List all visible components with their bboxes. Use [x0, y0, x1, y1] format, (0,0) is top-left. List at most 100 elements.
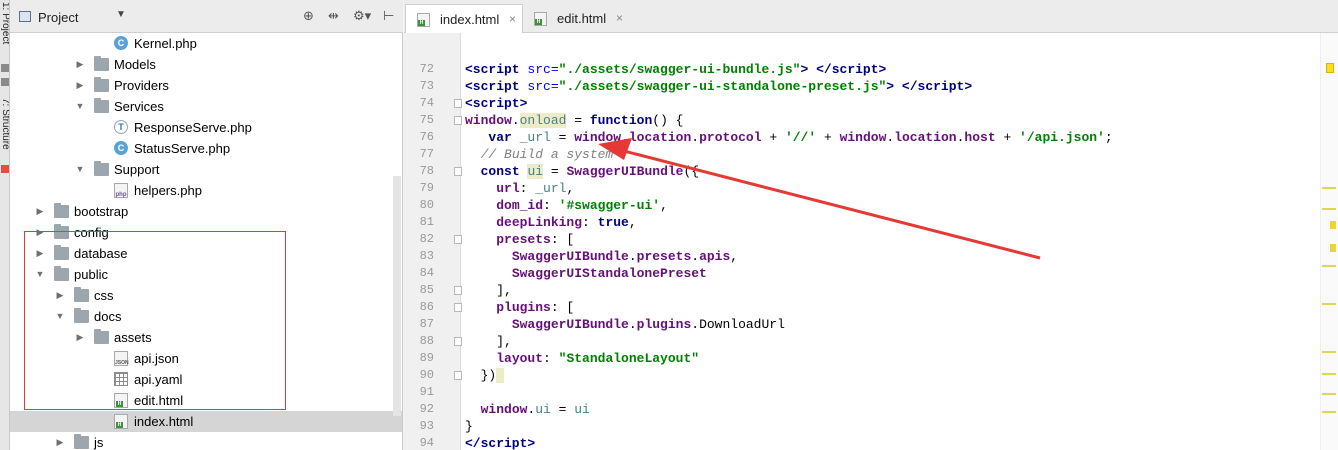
collapse-arrow-icon[interactable]: ▶: [34, 243, 46, 264]
code-line[interactable]: <script src="./assets/swagger-ui-bundle.…: [465, 61, 886, 78]
close-icon[interactable]: ×: [616, 4, 623, 33]
tree-folder[interactable]: ▶ Providers: [10, 75, 402, 96]
code-token: location: [628, 130, 692, 145]
code-editor[interactable]: 72 73 74 75 76 77 78 79 80 81 82 83 84 85 86 87 88 89 90 91…: [404, 33, 1338, 450]
fold-marker-icon[interactable]: [454, 99, 462, 108]
code-line[interactable]: dom_id: '#swagger-ui',: [465, 197, 668, 214]
expand-arrow-icon[interactable]: ▼: [54, 306, 66, 327]
line-number: 79: [419, 181, 434, 195]
code-line[interactable]: url: _url,: [465, 180, 574, 197]
structure-tool-button[interactable]: 7: Structure: [0, 98, 9, 188]
code-line[interactable]: layout: "StandaloneLayout": [465, 350, 699, 367]
code-line[interactable]: }: [465, 418, 473, 435]
project-panel-title[interactable]: Project: [38, 10, 78, 25]
tree-folder[interactable]: ▶ config: [10, 222, 402, 243]
collapse-arrow-icon[interactable]: ▶: [34, 222, 46, 243]
code-line[interactable]: window.ui = ui: [465, 401, 590, 418]
fold-marker-icon[interactable]: [454, 167, 462, 176]
chevron-down-icon[interactable]: ▼: [116, 9, 126, 20]
target-icon[interactable]: ⊕: [303, 8, 314, 24]
warning-marker[interactable]: [1326, 63, 1334, 73]
error-stripe-marker[interactable]: [1322, 373, 1336, 375]
tree-folder[interactable]: ▶ css: [10, 285, 402, 306]
error-stripe-marker[interactable]: [1330, 244, 1336, 252]
folder-icon: [94, 98, 109, 113]
tree-folder[interactable]: ▼ docs: [10, 306, 402, 327]
collapse-arrow-icon[interactable]: ▶: [74, 75, 86, 96]
error-stripe-marker[interactable]: [1322, 187, 1336, 189]
error-stripe-marker[interactable]: [1322, 303, 1336, 305]
tree-folder[interactable]: ▶ Models: [10, 54, 402, 75]
fold-marker-icon[interactable]: [454, 337, 462, 346]
tree-file[interactable]: JSON api.json: [10, 348, 402, 369]
line-number: 72: [419, 62, 434, 76]
project-tool-button[interactable]: 1: Project: [0, 2, 9, 62]
code-line[interactable]: const ui = SwaggerUIBundle({: [465, 163, 699, 180]
expand-arrow-icon[interactable]: ▼: [34, 264, 46, 285]
line-number: 80: [419, 198, 434, 212]
gear-icon[interactable]: ⚙▾: [353, 8, 371, 24]
tree-folder[interactable]: ▼ Services: [10, 96, 402, 117]
code-line[interactable]: }): [465, 367, 505, 384]
tree-file[interactable]: T ResponseServe.php: [10, 117, 402, 138]
tree-file[interactable]: edit.html: [10, 390, 402, 411]
error-stripe-marker[interactable]: [1330, 221, 1336, 229]
code-line[interactable]: ],: [465, 333, 512, 350]
tree-file[interactable]: php helpers.php: [10, 180, 402, 201]
tree-folder[interactable]: ▼ Support: [10, 159, 402, 180]
fold-marker-icon[interactable]: [454, 116, 462, 125]
error-stripe-marker[interactable]: [1322, 411, 1336, 413]
code-line[interactable]: plugins: [: [465, 299, 574, 316]
fold-marker-icon[interactable]: [454, 303, 462, 312]
error-stripe-marker[interactable]: [1322, 208, 1336, 210]
code-line[interactable]: SwaggerUIBundle.plugins.DownloadUrl: [465, 316, 785, 333]
code-token: "./assets/swagger-ui-standalone-preset.j…: [558, 79, 887, 94]
collapse-arrow-icon[interactable]: ▶: [54, 285, 66, 306]
tree-file[interactable]: C StatusServe.php: [10, 138, 402, 159]
error-stripe-marker[interactable]: [1322, 393, 1336, 395]
code-line[interactable]: </script>: [465, 435, 535, 450]
collapse-icon[interactable]: ⇹: [328, 8, 339, 24]
fold-marker-icon[interactable]: [454, 371, 462, 380]
code-token: src=: [527, 79, 559, 94]
tree-folder[interactable]: ▼ public: [10, 264, 402, 285]
tree-folder[interactable]: ▶ js: [10, 432, 402, 450]
code-token: <script: [465, 62, 520, 77]
code-line[interactable]: presets: [: [465, 231, 574, 248]
expand-arrow-icon[interactable]: ▼: [74, 159, 86, 180]
tree-folder[interactable]: ▶ bootstrap: [10, 201, 402, 222]
folder-icon: [54, 266, 69, 281]
tree-file[interactable]: api.yaml: [10, 369, 402, 390]
error-stripe[interactable]: [1320, 33, 1338, 450]
fold-marker-icon[interactable]: [454, 286, 462, 295]
tab-index-html[interactable]: index.html ×: [405, 4, 523, 33]
code-line[interactable]: ],: [465, 282, 512, 299]
collapse-arrow-icon[interactable]: ▶: [74, 327, 86, 348]
code-line[interactable]: <script>: [465, 95, 527, 112]
tree-folder[interactable]: ▶ database: [10, 243, 402, 264]
expand-arrow-icon[interactable]: ▼: [74, 96, 86, 117]
code-line[interactable]: var _url = window.location.protocol + '/…: [465, 129, 1112, 146]
tab-edit-html[interactable]: edit.html ×: [523, 4, 629, 33]
hide-icon[interactable]: ⊢: [383, 8, 394, 24]
collapse-arrow-icon[interactable]: ▶: [34, 201, 46, 222]
code-line[interactable]: SwaggerUIBundle.presets.apis,: [465, 248, 738, 265]
collapse-arrow-icon[interactable]: ▶: [74, 54, 86, 75]
tree-file[interactable]: C Kernel.php: [10, 33, 402, 54]
error-stripe-marker[interactable]: [1322, 351, 1336, 353]
code-line[interactable]: deepLinking: true,: [465, 214, 636, 231]
code-line[interactable]: // Build a system: [465, 146, 614, 163]
tree-folder[interactable]: ▶ assets: [10, 327, 402, 348]
code-token: window: [465, 113, 512, 128]
close-icon[interactable]: ×: [509, 5, 516, 34]
tree-file[interactable]: index.html: [10, 411, 402, 432]
code-line[interactable]: <script src="./assets/swagger-ui-standal…: [465, 78, 972, 95]
collapse-arrow-icon[interactable]: ▶: [54, 432, 66, 450]
code-token: true: [597, 215, 629, 230]
fold-marker-icon[interactable]: [454, 235, 462, 244]
code-line[interactable]: window.onload = function() {: [465, 112, 683, 129]
code-line[interactable]: SwaggerUIStandalonePreset: [465, 265, 707, 282]
tree-scrollbar[interactable]: [393, 176, 401, 416]
code-token: "StandaloneLayout": [558, 351, 700, 366]
error-stripe-marker[interactable]: [1322, 265, 1336, 267]
